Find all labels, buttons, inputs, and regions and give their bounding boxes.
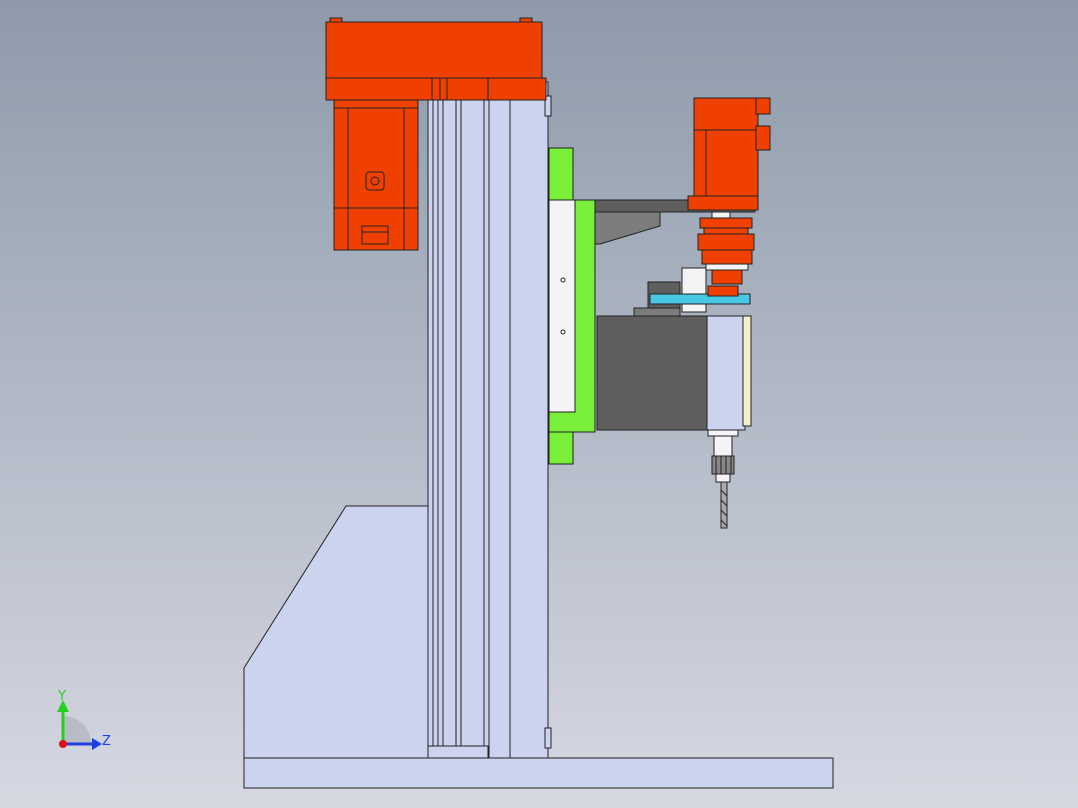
orientation-triad: Y Z (57, 689, 111, 750)
triad-arc-icon (63, 716, 91, 744)
column-icon[interactable] (427, 81, 552, 759)
x-axis-icon (59, 740, 67, 748)
base-plate-icon[interactable] (243, 757, 834, 789)
drill-chuck-icon[interactable] (707, 429, 739, 483)
spindle-motor-icon[interactable] (687, 97, 771, 211)
z-axis-label: Z (102, 734, 111, 749)
drill-press-model[interactable]: Y Z (0, 0, 1078, 808)
carriage-plate-icon[interactable] (548, 147, 596, 465)
cad-viewport[interactable]: Y Z (0, 0, 1078, 808)
side-support-icon[interactable] (243, 505, 431, 759)
z-arrow-icon (92, 738, 102, 750)
spindle-housing-icon[interactable] (596, 315, 752, 431)
drill-bit-icon[interactable] (720, 481, 728, 529)
y-axis-label: Y (57, 689, 66, 704)
